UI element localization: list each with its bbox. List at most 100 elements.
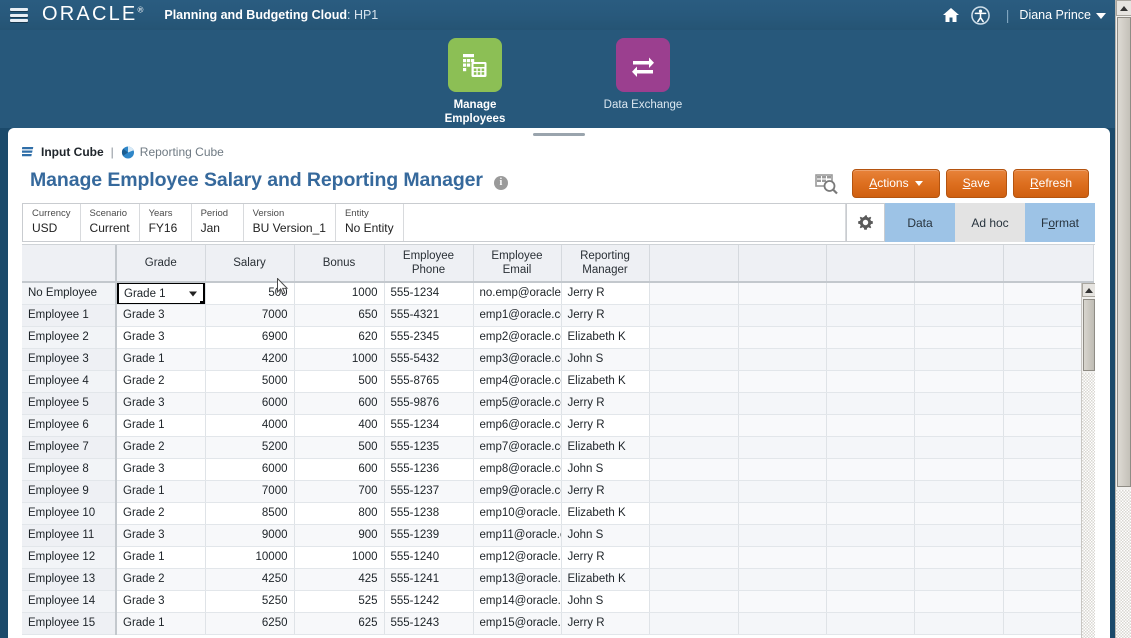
grid-cell-grade[interactable]: Grade 3 [116,326,206,349]
table-row[interactable]: Employee 13 Grade 2 4250 425 555-1241 emp13@o… [22,568,1094,591]
grid-cell-blank[interactable] [738,326,827,349]
grid-cell-blank[interactable] [649,392,739,415]
grid-cell-salary[interactable]: 8500 [205,502,295,525]
scrollbar-track[interactable] [1116,490,1131,638]
grid-cell-blank[interactable] [649,524,739,547]
grid-cell-blank[interactable] [738,480,827,503]
refresh-button[interactable]: Refresh [1012,169,1089,198]
grid-cell-email[interactable]: emp3@oracle.co [473,348,562,371]
grid-cell-bonus[interactable]: 700 [294,480,385,503]
column-header-grade[interactable]: Grade [116,245,206,283]
grid-cell-blank[interactable] [649,436,739,459]
column-header-employee-email[interactable]: Employee Email [473,245,562,283]
grid-cell-blank[interactable] [914,436,1004,459]
grid-cell-blank[interactable] [914,414,1004,437]
column-header-bonus[interactable]: Bonus [294,245,385,283]
grid-cell-blank[interactable] [914,282,1004,305]
grid-cell-manager[interactable]: Elizabeth K [561,370,650,393]
row-header-employee[interactable]: Employee 6 [22,414,117,437]
grid-cell-phone[interactable]: 555-1238 [384,502,474,525]
grid-cell-manager[interactable]: Elizabeth K [561,326,650,349]
grid-cell-blank[interactable] [914,392,1004,415]
info-icon[interactable]: i [493,175,508,190]
grid-cell-blank[interactable] [649,480,739,503]
grid-cell-grade[interactable]: Grade 3 [116,590,206,613]
grid-cell-manager[interactable]: John S [561,348,650,371]
grid-cell-salary[interactable]: 5200 [205,436,295,459]
grid-cell-blank[interactable] [738,458,827,481]
grid-cell-blank[interactable] [738,304,827,327]
grid-cell-salary[interactable]: 500 [205,282,295,305]
grid-cell-blank[interactable] [738,436,827,459]
grid-cell-email[interactable]: no.emp@oracle.c [473,282,562,305]
grid-cell-blank[interactable] [1003,546,1094,569]
grid-cell-email[interactable]: emp6@oracle.co [473,414,562,437]
grid-cell-blank[interactable] [826,392,915,415]
grid-cell-salary[interactable]: 5250 [205,590,295,613]
grid-cell-grade[interactable]: Grade 1 [116,414,206,437]
user-menu[interactable]: Diana Prince [1019,8,1106,22]
cube-tab-reporting[interactable]: Reporting Cube [140,145,224,159]
grid-cell-blank[interactable] [649,612,739,635]
grid-cell-blank[interactable] [649,282,739,305]
pov-years[interactable]: Years FY16 [140,204,192,241]
grid-cell-manager[interactable]: Jerry R [561,282,650,305]
grid-cell-bonus[interactable]: 425 [294,568,385,591]
grid-cell-blank[interactable] [1003,480,1094,503]
grid-cell-bonus[interactable]: 500 [294,436,385,459]
grid-cell-blank[interactable] [826,480,915,503]
table-row[interactable]: No Employee Grade 1 500 1000 555-1234 no.emp@… [22,282,1094,305]
grid-cell-blank[interactable] [826,568,915,591]
grid-cell-blank[interactable] [1003,392,1094,415]
tab-ad-hoc[interactable]: Ad hoc [955,203,1025,242]
grid-cell-blank[interactable] [914,546,1004,569]
grid-cell-phone[interactable]: 555-1243 [384,612,474,635]
cube-tab-input[interactable]: Input Cube [41,145,104,159]
grid-cell-bonus[interactable]: 625 [294,612,385,635]
grid-cell-email[interactable]: emp4@oracle.co [473,370,562,393]
page-vertical-scrollbar[interactable] [1115,0,1131,638]
grid-cell-phone[interactable]: 555-1237 [384,480,474,503]
grid-cell-phone[interactable]: 555-5432 [384,348,474,371]
grid-cell-blank[interactable] [914,370,1004,393]
grid-cell-grade[interactable]: Grade 2 [116,436,206,459]
grid-cell-blank[interactable] [649,304,739,327]
grid-cell-blank[interactable] [826,436,915,459]
table-row[interactable]: Employee 7 Grade 2 5200 500 555-1235 emp7@ora… [22,436,1094,459]
grid-cell-salary[interactable]: 4200 [205,348,295,371]
grid-cell-salary[interactable]: 4000 [205,414,295,437]
grid-cell-blank[interactable] [826,370,915,393]
table-row[interactable]: Employee 14 Grade 3 5250 525 555-1242 emp14@o… [22,590,1094,613]
grid-cell-grade[interactable]: Grade 1 [116,480,206,503]
grid-cell-email[interactable]: emp13@oracle.c [473,568,562,591]
grid-cell-bonus[interactable]: 1000 [294,546,385,569]
row-header-employee[interactable]: Employee 11 [22,524,117,547]
grid-cell-manager[interactable]: Jerry R [561,612,650,635]
cell-editor-dropdown[interactable]: Grade 1 [117,282,204,303]
grid-cell-grade[interactable]: Grade 1 [116,612,206,635]
grid-cell-salary[interactable]: 5000 [205,370,295,393]
grid-cell-blank[interactable] [649,546,739,569]
grid-cell-blank[interactable] [738,414,827,437]
grid-cell-manager[interactable]: Jerry R [561,480,650,503]
grid-cell-blank[interactable] [1003,612,1094,635]
grid-cell-blank[interactable] [1003,304,1094,327]
grid-cell-salary[interactable]: 7000 [205,304,295,327]
row-header-employee[interactable]: Employee 13 [22,568,117,591]
grid-cell-blank[interactable] [738,370,827,393]
row-header-employee[interactable]: Employee 15 [22,612,117,635]
grid-cell-bonus[interactable]: 620 [294,326,385,349]
grid-cell-blank[interactable] [826,524,915,547]
grid-cell-bonus[interactable]: 600 [294,392,385,415]
grid-cell-email[interactable]: emp8@oracle.co [473,458,562,481]
save-button[interactable]: Save [945,169,1007,198]
grid-search-icon[interactable] [814,172,840,196]
pov-currency[interactable]: Currency USD [23,204,81,241]
grid-cell-manager[interactable]: Jerry R [561,414,650,437]
grid-cell-email[interactable]: emp14@oracle.c [473,590,562,613]
column-header-reporting-manager[interactable]: Reporting Manager [561,245,650,283]
table-row[interactable]: Employee 1 Grade 3 7000 650 555-4321 emp1@ora… [22,304,1094,327]
grid-cell-blank[interactable] [738,392,827,415]
gear-icon[interactable] [846,203,885,242]
grid-cell-blank[interactable] [1003,326,1094,349]
